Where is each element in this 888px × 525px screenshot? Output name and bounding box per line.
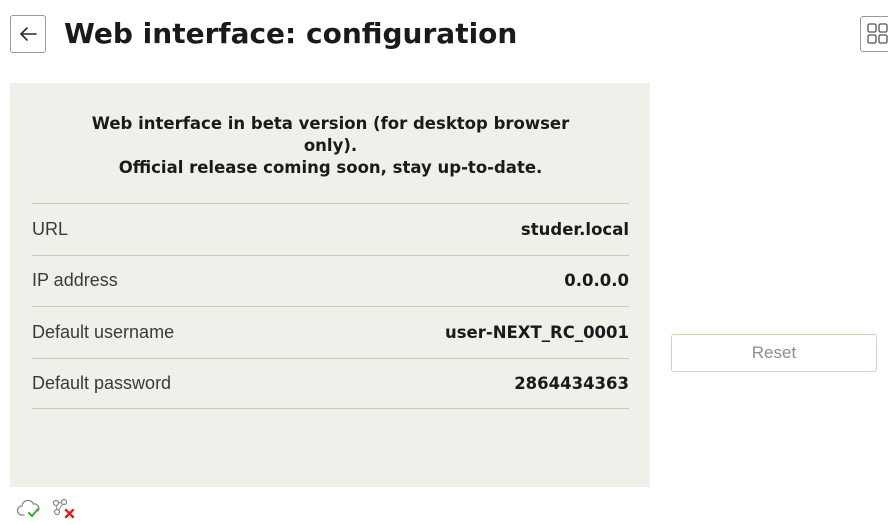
beta-notice-line: only). <box>303 136 358 155</box>
page: Web interface: configuration Web interfa… <box>0 0 888 525</box>
beta-notice-line: Web interface in beta version (for deskt… <box>91 114 570 133</box>
url-label: URL <box>32 218 69 239</box>
username-row: Default username user-NEXT_RC_0001 <box>32 306 629 358</box>
ip-address-row: IP address 0.0.0.0 <box>32 254 629 307</box>
arrow-left-icon <box>20 27 37 41</box>
beta-notice: Web interface in beta version (for deskt… <box>32 113 629 179</box>
back-button[interactable] <box>10 15 46 53</box>
menu-grid-button[interactable] <box>860 16 888 52</box>
url-value: studer.local <box>520 219 629 239</box>
configuration-panel: Web interface in beta version (for deskt… <box>10 83 650 487</box>
beta-notice-line: Official release coming soon, stay up-to… <box>118 158 543 177</box>
page-title: Web interface: configuration <box>64 17 518 50</box>
cloud-check-icon <box>16 499 40 517</box>
grid-icon <box>867 23 888 44</box>
reset-button[interactable]: Reset <box>671 334 877 372</box>
password-value: 2864434363 <box>514 373 629 393</box>
ip-address-value: 0.0.0.0 <box>564 271 629 291</box>
username-value: user-NEXT_RC_0001 <box>444 322 629 342</box>
password-label: Default password <box>32 372 172 393</box>
password-row: Default password 2864434363 <box>32 357 629 409</box>
network-disconnected-icon <box>52 498 75 519</box>
ip-address-label: IP address <box>32 270 118 291</box>
url-row: URL studer.local <box>32 203 629 255</box>
username-label: Default username <box>32 321 175 342</box>
status-bar <box>16 498 78 520</box>
details-list: URL studer.local IP address 0.0.0.0 Defa… <box>32 203 629 409</box>
